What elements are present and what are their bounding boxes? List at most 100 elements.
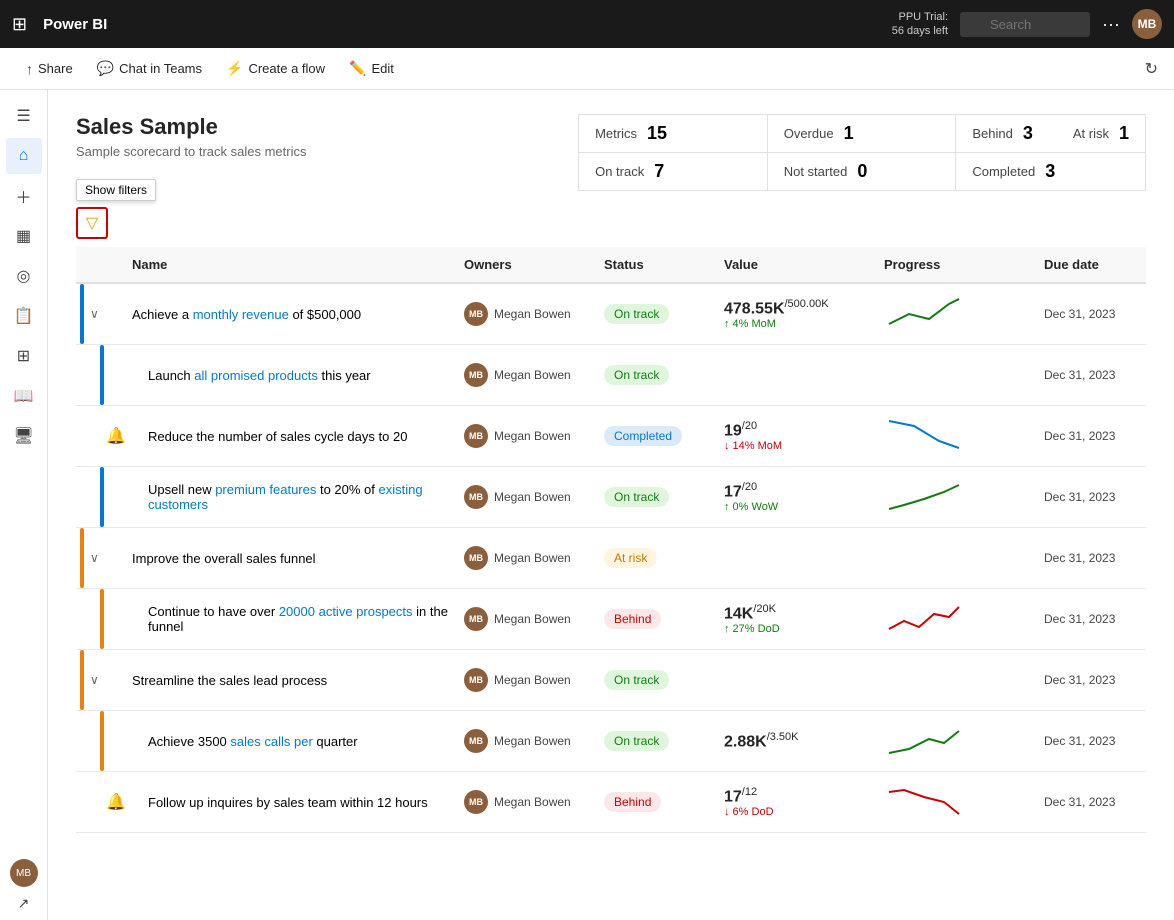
nav-create-icon[interactable]: ＋ bbox=[6, 178, 42, 214]
create-flow-button[interactable]: ⚡ Create a flow bbox=[216, 55, 335, 82]
owner-avatar: MB bbox=[464, 790, 488, 814]
more-options-icon[interactable]: ··· bbox=[1102, 14, 1120, 35]
status-badge: On track bbox=[604, 487, 669, 507]
row-progress-2 bbox=[876, 367, 1036, 383]
nav-browse-icon[interactable]: ▦ bbox=[6, 218, 42, 254]
row-name-6: Continue to have over 20000 active prosp… bbox=[124, 596, 456, 642]
expand-row-button[interactable]: ∨ bbox=[86, 669, 103, 691]
table-row: Achieve 3500 sales calls per quarter MB … bbox=[76, 711, 1146, 772]
metrics-value: 15 bbox=[647, 123, 667, 144]
topbar: ⊞ Power BI PPU Trial: 56 days left 🔍 ···… bbox=[0, 0, 1174, 48]
row-bar-expand-7: ∨ bbox=[76, 650, 124, 710]
nav-home-icon[interactable]: ⌂ bbox=[6, 138, 42, 174]
nav-menu-icon[interactable]: ☰ bbox=[6, 98, 42, 134]
row-status-6: Behind bbox=[596, 601, 716, 637]
row-value-1: 478.55K/500.00K ↑ 4% MoM bbox=[716, 290, 876, 338]
row-owner-3: MB Megan Bowen bbox=[456, 416, 596, 456]
owner-avatar: MB bbox=[464, 668, 488, 692]
row-owner-6: MB Megan Bowen bbox=[456, 599, 596, 639]
expand-row-button[interactable]: ∨ bbox=[86, 303, 103, 325]
row-value-4: 17/20 ↑ 0% WoW bbox=[716, 473, 876, 521]
row-progress-3 bbox=[876, 408, 1036, 464]
nav-expand-icon[interactable]: ↗ bbox=[18, 895, 30, 912]
row-name-8: Achieve 3500 sales calls per quarter bbox=[124, 726, 456, 757]
share-button[interactable]: ↑ Share bbox=[16, 56, 83, 82]
nav-onelake-icon[interactable]: ◎ bbox=[6, 258, 42, 294]
metric-metrics: Metrics 15 bbox=[579, 115, 768, 153]
table-row: 🔔 Reduce the number of sales cycle days … bbox=[76, 406, 1146, 467]
nav-apps-icon[interactable]: ⊞ bbox=[6, 338, 42, 374]
col-name[interactable]: Name bbox=[124, 257, 456, 272]
col-owners[interactable]: Owners bbox=[456, 257, 596, 272]
color-bar-orange bbox=[100, 711, 104, 771]
table-row: Upsell new premium features to 20% of ex… bbox=[76, 467, 1146, 528]
atrisk-value: 1 bbox=[1119, 123, 1129, 144]
row-duedate-8: Dec 31, 2023 bbox=[1036, 726, 1146, 756]
nav-workspaces-icon[interactable]: 🖥 bbox=[6, 418, 42, 454]
table-header: Name Owners Status Value Progress Due da… bbox=[76, 247, 1146, 284]
status-badge: Behind bbox=[604, 792, 661, 812]
chat-label: Chat in Teams bbox=[119, 61, 202, 76]
ontrack-value: 7 bbox=[654, 161, 664, 182]
table-row: 🔔 Follow up inquires by sales team withi… bbox=[76, 772, 1146, 833]
row-status-9: Behind bbox=[596, 784, 716, 820]
atrisk-label: At risk bbox=[1073, 126, 1109, 141]
completed-label: Completed bbox=[972, 164, 1035, 179]
row-progress-9 bbox=[876, 774, 1036, 830]
row-duedate-5: Dec 31, 2023 bbox=[1036, 543, 1146, 573]
col-status[interactable]: Status bbox=[596, 257, 716, 272]
row-owner-5: MB Megan Bowen bbox=[456, 538, 596, 578]
row-name-9: Follow up inquires by sales team within … bbox=[124, 787, 456, 818]
progress-chart bbox=[884, 782, 964, 822]
app-title: Power BI bbox=[43, 16, 107, 33]
behind-value: 3 bbox=[1023, 123, 1033, 144]
row-progress-8 bbox=[876, 713, 1036, 769]
status-badge: On track bbox=[604, 731, 669, 751]
color-bar-blue bbox=[80, 284, 84, 344]
nav-metrics-icon[interactable]: 📋 bbox=[6, 298, 42, 334]
row-bar-3: 🔔 bbox=[76, 406, 124, 466]
row-name-1: Achieve a monthly revenue of $500,000 bbox=[124, 299, 456, 330]
col-progress[interactable]: Progress bbox=[876, 257, 1036, 272]
refresh-button[interactable]: ↻ bbox=[1145, 59, 1158, 79]
show-filters-button[interactable]: ▽ bbox=[76, 207, 108, 239]
notification-icon: 🔔 bbox=[106, 792, 126, 812]
row-progress-7 bbox=[876, 672, 1036, 688]
row-value-9: 17/12 ↓ 6% DoD bbox=[716, 778, 876, 826]
col-duedate[interactable]: Due date bbox=[1036, 257, 1146, 272]
owner-avatar: MB bbox=[464, 607, 488, 631]
metric-behind: Behind 3 At risk 1 bbox=[956, 115, 1145, 153]
status-badge: On track bbox=[604, 670, 669, 690]
flow-icon: ⚡ bbox=[226, 60, 243, 77]
search-input[interactable] bbox=[960, 12, 1090, 37]
progress-chart bbox=[884, 416, 964, 456]
edit-icon: ✏️ bbox=[349, 60, 366, 77]
row-value-8: 2.88K/3.50K bbox=[716, 723, 876, 759]
nav-user-avatar[interactable]: MB bbox=[10, 859, 38, 887]
progress-chart bbox=[884, 721, 964, 761]
row-status-2: On track bbox=[596, 357, 716, 393]
user-avatar[interactable]: MB bbox=[1132, 9, 1162, 39]
main-layout: ☰ ⌂ ＋ ▦ ◎ 📋 ⊞ 📖 🖥 MB ↗ Sales Sample Samp… bbox=[0, 90, 1174, 920]
completed-value: 3 bbox=[1045, 161, 1055, 182]
row-duedate-9: Dec 31, 2023 bbox=[1036, 787, 1146, 817]
expand-row-button[interactable]: ∨ bbox=[86, 547, 103, 569]
progress-chart bbox=[884, 294, 964, 334]
ontrack-label: On track bbox=[595, 164, 644, 179]
status-badge: At risk bbox=[604, 548, 657, 568]
nav-learn-icon[interactable]: 📖 bbox=[6, 378, 42, 414]
row-status-1: On track bbox=[596, 296, 716, 332]
row-owner-9: MB Megan Bowen bbox=[456, 782, 596, 822]
owner-avatar: MB bbox=[464, 363, 488, 387]
row-status-8: On track bbox=[596, 723, 716, 759]
edit-button[interactable]: ✏️ Edit bbox=[339, 55, 404, 82]
row-bar-8 bbox=[76, 711, 124, 771]
row-duedate-6: Dec 31, 2023 bbox=[1036, 604, 1146, 634]
chat-in-teams-button[interactable]: 💬 Chat in Teams bbox=[87, 55, 212, 82]
col-value[interactable]: Value bbox=[716, 257, 876, 272]
edit-label: Edit bbox=[371, 61, 393, 76]
color-bar-orange bbox=[80, 528, 84, 588]
apps-icon[interactable]: ⊞ bbox=[12, 14, 27, 35]
row-progress-5 bbox=[876, 550, 1036, 566]
row-name-5: Improve the overall sales funnel bbox=[124, 543, 456, 574]
